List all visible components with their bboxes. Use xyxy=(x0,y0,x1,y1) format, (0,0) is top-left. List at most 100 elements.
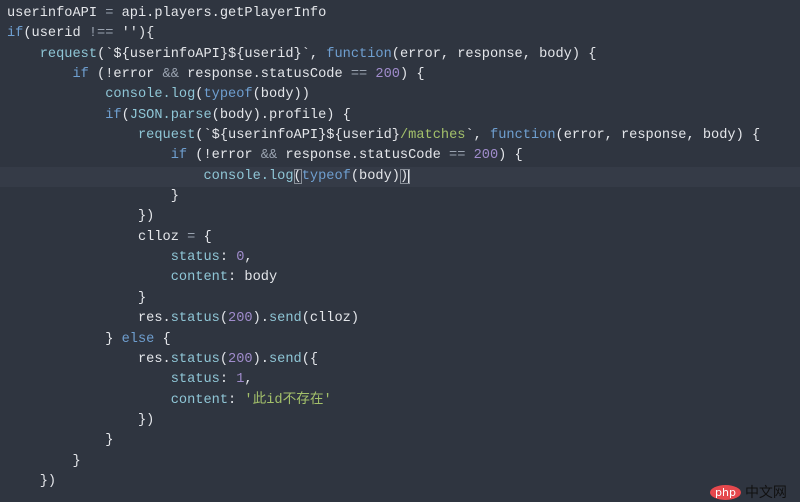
code-token: , xyxy=(244,250,253,266)
code-line[interactable]: if (!error && response.statusCode == 200… xyxy=(0,146,800,166)
code-line[interactable]: res.status(200).send({ xyxy=(0,350,800,370)
code-token: (error, response, body) { xyxy=(555,128,761,144)
code-token: : body xyxy=(228,270,278,286)
code-token: userinfoAPI xyxy=(7,6,106,21)
code-line[interactable]: if (!error && response.statusCode == 200… xyxy=(0,65,800,85)
code-token: ) { xyxy=(498,148,523,164)
watermark-text: 中文网 xyxy=(744,485,787,501)
code-token: (clloz) xyxy=(301,311,360,327)
code-token: ( xyxy=(293,168,302,184)
code-token: request xyxy=(39,46,98,62)
code-line[interactable]: } xyxy=(0,289,800,309)
code-token: ( xyxy=(219,351,229,367)
code-line[interactable]: if(JSON.parse(body).profile) { xyxy=(0,106,800,126)
php-logo: php xyxy=(710,484,741,500)
code-token: } xyxy=(7,290,147,306)
code-token: ). xyxy=(252,351,269,367)
code-token: : xyxy=(219,372,237,388)
code-token: }) xyxy=(7,209,155,225)
code-token: console.log xyxy=(203,168,294,184)
code-token: clloz xyxy=(7,229,188,245)
code-line[interactable]: }) xyxy=(0,411,800,431)
code-token: ''){ xyxy=(113,26,155,42)
code-token: (userid xyxy=(23,26,89,42)
code-token: !== xyxy=(88,26,114,42)
code-token: (body).profile) { xyxy=(211,107,351,123)
code-token: ). xyxy=(252,311,269,327)
code-token: }) xyxy=(7,473,57,489)
code-token: (body) xyxy=(350,168,400,184)
code-line[interactable]: request(`${userinfoAPI}${userid}`, funct… xyxy=(0,45,800,65)
code-line[interactable]: if(userid !== ''){ xyxy=(0,24,800,44)
code-token: 200 xyxy=(228,351,253,367)
code-token: status xyxy=(170,372,220,388)
code-line[interactable]: status: 1, xyxy=(0,370,800,390)
code-token: (`${userinfoAPI}${userid} xyxy=(195,128,400,144)
code-token: status xyxy=(170,311,220,327)
code-token: (!error xyxy=(187,148,261,164)
code-token: request xyxy=(137,128,196,144)
code-token: } xyxy=(7,433,114,449)
code-token: content xyxy=(170,392,229,408)
code-token: && xyxy=(162,67,179,83)
code-line[interactable]: }) xyxy=(0,472,800,492)
code-token: typeof xyxy=(301,168,351,184)
code-line[interactable]: content: '此id不存在' xyxy=(0,391,800,411)
code-token: (error, response, body) { xyxy=(391,46,597,62)
code-token: } xyxy=(7,331,122,347)
code-token: (!error xyxy=(88,67,163,83)
code-editor[interactable]: userinfoAPI = api.players.getPlayerInfo i… xyxy=(0,4,800,492)
code-token: } xyxy=(7,189,179,205)
code-token: send xyxy=(268,311,302,327)
code-token: ( xyxy=(121,107,130,123)
code-token: ) { xyxy=(399,67,425,83)
code-line[interactable]: } xyxy=(0,452,800,472)
code-line[interactable]: clloz = { xyxy=(0,228,800,248)
code-token: res. xyxy=(7,311,171,327)
code-line[interactable]: console.log(typeof(body)) xyxy=(0,166,800,188)
code-line[interactable]: console.log(typeof(body)) xyxy=(0,85,800,105)
code-token: function xyxy=(326,46,392,62)
watermark: php 中文网 xyxy=(710,482,787,502)
code-line[interactable]: userinfoAPI = api.players.getPlayerInfo xyxy=(0,4,800,24)
code-token: ( xyxy=(219,311,229,327)
code-token: 200 xyxy=(375,67,400,83)
code-token: == xyxy=(449,148,466,164)
code-token: status xyxy=(170,351,220,367)
code-token: if xyxy=(7,26,24,42)
code-line[interactable]: } xyxy=(0,187,800,207)
code-token: (`${userinfoAPI}${userid}`, xyxy=(97,46,327,62)
code-token: function xyxy=(490,128,556,144)
code-line[interactable]: content: body xyxy=(0,268,800,288)
code-token: ({ xyxy=(301,351,319,367)
code-line[interactable]: res.status(200).send(clloz) xyxy=(0,309,800,329)
code-token: if xyxy=(72,67,89,83)
code-token: console.log xyxy=(105,87,196,103)
code-token: response.statusCode xyxy=(178,67,351,83)
code-token: `, xyxy=(465,128,491,144)
code-line[interactable]: } xyxy=(0,431,800,451)
code-token: && xyxy=(260,148,278,164)
code-line[interactable]: request(`${userinfoAPI}${userid}/matches… xyxy=(0,126,800,146)
code-token: 200 xyxy=(228,311,253,327)
code-token: (body)) xyxy=(252,87,310,103)
code-line[interactable]: } else { xyxy=(0,330,800,350)
code-token: { xyxy=(154,331,171,347)
code-token: send xyxy=(268,351,302,367)
code-line[interactable]: status: 0, xyxy=(0,248,800,268)
code-token: ) xyxy=(399,168,411,184)
code-token: else xyxy=(121,331,155,347)
code-token: }) xyxy=(7,412,155,428)
code-line[interactable]: }) xyxy=(0,207,800,227)
code-token: == xyxy=(350,67,368,83)
code-token: content xyxy=(170,270,229,286)
code-token: JSON.parse xyxy=(129,107,212,123)
code-token: '此id不存在' xyxy=(244,392,332,408)
